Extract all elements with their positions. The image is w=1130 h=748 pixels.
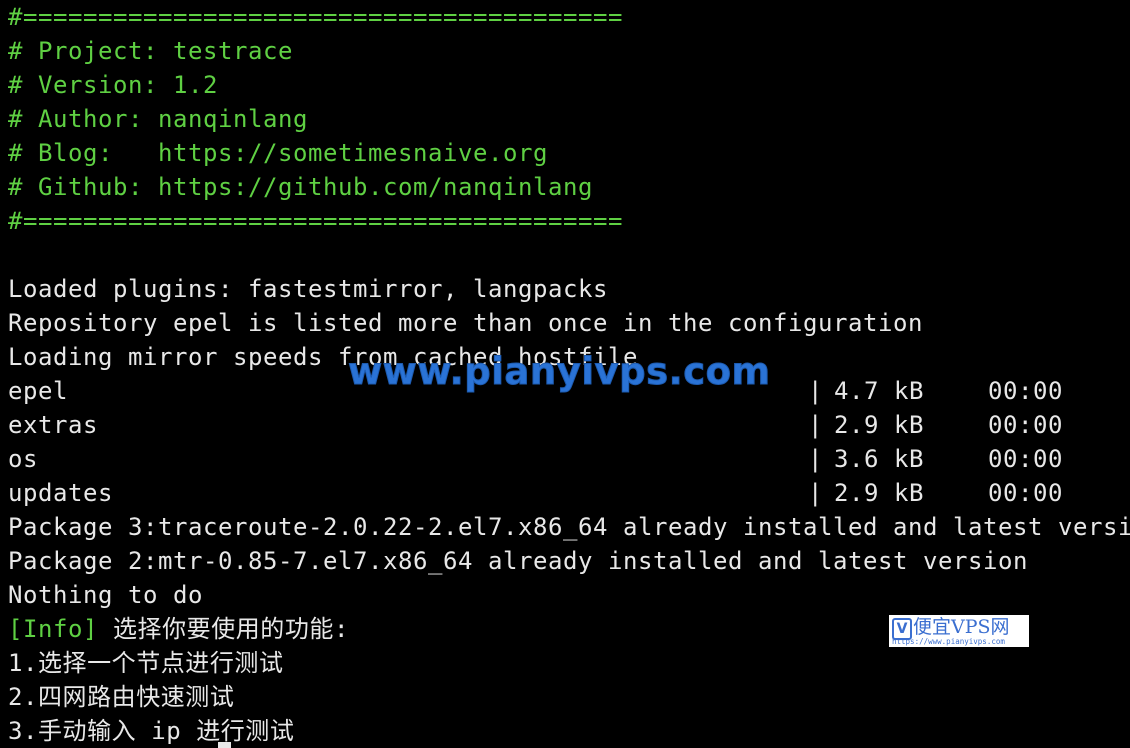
menu-option-1[interactable]: 1.选择一个节点进行测试 xyxy=(8,646,1126,680)
repo-size: 2.9 kB xyxy=(834,411,924,439)
watermark-text: www.pianyivps.com xyxy=(348,350,771,394)
repo-size: 3.6 kB xyxy=(834,445,924,473)
repo-time: 00:00 xyxy=(988,479,1063,507)
repo-row-os: os | 3.6 kB 00:00 xyxy=(8,442,1126,476)
repo-separator: | xyxy=(808,445,823,473)
badge-title: 便宜VPS网 xyxy=(913,616,1010,638)
header-version: # Version: 1.2 xyxy=(8,71,218,99)
header-project: # Project: testrace xyxy=(8,37,293,65)
repo-separator: | xyxy=(808,377,823,405)
repo-name: updates xyxy=(8,479,113,507)
repo-time: 00:00 xyxy=(988,377,1063,405)
menu-option-3[interactable]: 3.手动输入 ip 进行测试 xyxy=(8,714,1126,748)
menu-prompt: 选择你要使用的功能: xyxy=(98,615,349,643)
repo-name: extras xyxy=(8,411,98,439)
repo-warning-line: Repository epel is listed more than once… xyxy=(8,309,923,337)
header-author: # Author: nanqinlang xyxy=(8,105,308,133)
repo-separator: | xyxy=(808,411,823,439)
repo-size: 4.7 kB xyxy=(834,377,924,405)
watermark-badge: V 便宜VPS网 https://www.pianyivps.com xyxy=(889,615,1029,647)
repo-row-updates: updates | 2.9 kB 00:00 xyxy=(8,476,1126,510)
header-blog: # Blog: https://sometimesnaive.org xyxy=(8,139,548,167)
header-rule-bottom: #=======================================… xyxy=(8,207,623,235)
terminal-cursor[interactable] xyxy=(218,742,231,748)
header-rule-top: #=======================================… xyxy=(8,3,623,31)
repo-name: os xyxy=(8,445,38,473)
repo-separator: | xyxy=(808,479,823,507)
repo-time: 00:00 xyxy=(988,411,1063,439)
repo-size: 2.9 kB xyxy=(834,479,924,507)
package-traceroute-line: Package 3:traceroute-2.0.22-2.el7.x86_64… xyxy=(8,513,1130,541)
badge-url: https://www.pianyivps.com xyxy=(892,637,1005,646)
menu-option-2[interactable]: 2.四网路由快速测试 xyxy=(8,680,1126,714)
repo-time: 00:00 xyxy=(988,445,1063,473)
info-tag: [Info] xyxy=(8,615,98,643)
nothing-to-do-line: Nothing to do xyxy=(8,581,203,609)
header-github: # Github: https://github.com/nanqinlang xyxy=(8,173,593,201)
package-mtr-line: Package 2:mtr-0.85-7.el7.x86_64 already … xyxy=(8,547,1028,575)
repo-row-extras: extras | 2.9 kB 00:00 xyxy=(8,408,1126,442)
loaded-plugins-line: Loaded plugins: fastestmirror, langpacks xyxy=(8,275,608,303)
